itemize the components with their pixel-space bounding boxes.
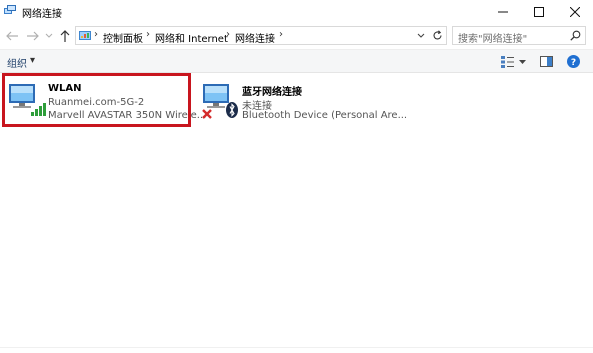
back-button[interactable] [4,28,20,44]
connection-device: Bluetooth Device (Personal Are... [242,110,408,121]
disconnected-x-icon [202,109,212,119]
selection-highlight-box [2,73,191,127]
chevron-down-icon [45,33,53,38]
minimize-icon [498,11,508,12]
breadcrumb-network-connections[interactable]: 网络连接 [235,30,275,45]
address-dropdown-icon[interactable] [417,33,425,39]
search-input[interactable]: 搜索"网络连接" [458,30,527,45]
breadcrumb-control-panel[interactable]: 控制面板 [103,30,143,45]
maximize-icon [534,6,544,17]
preview-pane-icon[interactable] [540,56,553,67]
address-bar[interactable]: › 控制面板 › 网络和 Internet › 网络连接 › [75,26,447,45]
view-options-icon[interactable] [501,56,514,68]
bluetooth-icon [226,102,238,118]
forward-arrow-icon [27,31,39,41]
command-toolbar: 组织 ▾ ? [0,49,593,73]
breadcrumb-separator-icon[interactable]: › [226,29,230,40]
organize-dropdown-icon[interactable]: ▾ [30,55,35,66]
recent-locations-button[interactable] [41,28,57,44]
refresh-icon[interactable] [432,30,443,41]
close-icon [570,6,580,17]
connection-item-bluetooth[interactable]: 蓝牙网络连接 未连接 Bluetooth Device (Personal Ar… [198,78,407,130]
back-arrow-icon [6,31,18,41]
up-button[interactable] [57,28,73,44]
organize-label[interactable]: 组织 [7,55,27,70]
title-bar: 网络连接 [0,0,593,23]
search-box[interactable]: 搜索"网络连接" [452,26,586,45]
minimize-button[interactable] [485,0,521,23]
breadcrumb-separator-icon[interactable]: › [94,29,98,40]
breadcrumb-network-internet[interactable]: 网络和 Internet [155,30,228,45]
breadcrumb-separator-icon[interactable]: › [146,29,150,40]
maximize-button[interactable] [521,0,557,23]
breadcrumb-separator-icon[interactable]: › [279,29,283,40]
window-title: 网络连接 [22,9,62,20]
network-connections-icon [4,5,16,14]
close-button[interactable] [557,0,593,23]
status-bar-divider [0,347,593,348]
bluetooth-monitor-icon [202,84,238,119]
view-dropdown-icon[interactable] [519,60,526,65]
up-arrow-icon [60,30,70,42]
connection-name: 蓝牙网络连接 [242,87,302,98]
forward-button[interactable] [25,28,41,44]
control-panel-icon [79,31,91,40]
svg-text:?: ? [571,58,576,68]
search-icon[interactable] [570,30,581,41]
help-icon[interactable]: ? [567,55,580,68]
